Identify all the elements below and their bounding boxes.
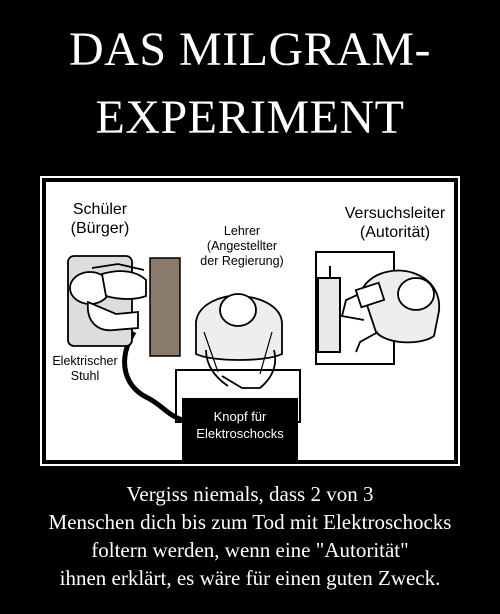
label-stuhl-line-1: Elektrischer — [52, 354, 118, 368]
caption-line-1: Vergiss niemals, dass 2 von 3 — [126, 482, 374, 506]
label-lehrer-role-2: der Regierung) — [200, 254, 284, 268]
label-lehrer: Lehrer (Angestellter der Regierung) — [194, 224, 290, 269]
diagram-frame: Schüler (Bürger) Lehrer (Angestellter de… — [40, 176, 460, 466]
caption-line-4: ihnen erklärt, es wäre für einen guten Z… — [59, 566, 441, 590]
label-versuchsleiter-name: Versuchsleiter — [344, 205, 446, 222]
poster-title-line-1: DAS MILGRAM- — [68, 23, 431, 76]
label-knopf-line-1: Knopf für — [213, 409, 267, 424]
experimenter-figure — [340, 269, 440, 353]
diagram-panel: Schüler (Bürger) Lehrer (Angestellter de… — [46, 182, 454, 460]
label-stuhl: Elektrischer Stuhl — [48, 354, 122, 384]
label-knopf: Knopf für Elektroschocks — [182, 408, 298, 442]
experimenter-desk — [317, 277, 341, 353]
label-lehrer-role-1: (Angestellter — [206, 239, 278, 253]
label-schueler-name: Schüler — [72, 201, 128, 218]
label-schueler: Schüler (Bürger) — [70, 200, 130, 238]
label-stuhl-line-2: Stuhl — [70, 369, 100, 383]
label-versuchsleiter: Versuchsleiter (Autorität) — [332, 204, 458, 242]
label-versuchsleiter-role: (Autorität) — [359, 224, 431, 241]
label-lehrer-name: Lehrer — [223, 224, 261, 238]
caption-line-2: Menschen dich bis zum Tod mit Elektrosch… — [48, 510, 452, 534]
poster-title-line-2: EXPERIMENT — [95, 91, 405, 144]
poster-caption: Vergiss niemals, dass 2 von 3 Menschen d… — [0, 480, 500, 592]
learner-partition — [149, 257, 181, 357]
caption-line-3: foltern werden, wenn eine "Autorität" — [91, 538, 409, 562]
label-knopf-line-2: Elektroschocks — [196, 426, 284, 441]
label-schueler-role: (Bürger) — [70, 220, 130, 237]
